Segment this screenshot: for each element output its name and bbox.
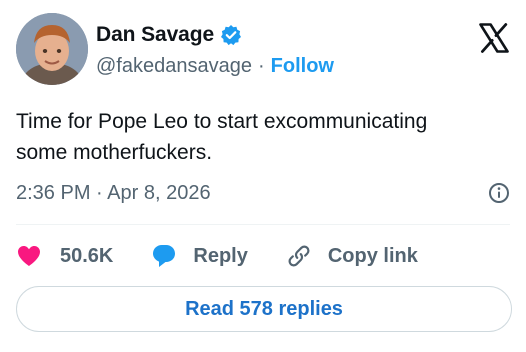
avatar[interactable] [16,13,88,85]
link-icon [286,243,312,269]
name-row: Dan Savage [96,22,334,48]
reply-button[interactable]: Reply [151,243,248,269]
x-logo-icon[interactable] [478,22,510,54]
reply-label: Reply [193,244,248,267]
read-replies-button[interactable]: Read 578 replies [16,286,512,332]
author-handle[interactable]: @fakedansavage [96,55,252,78]
author-info: Dan Savage @fakedansavage · Follow [96,22,334,78]
handle-row: @fakedansavage · Follow [96,54,334,78]
read-replies-label: Read 578 replies [185,297,343,320]
speech-bubble-icon [151,243,177,269]
like-button[interactable]: 50.6K [16,243,113,269]
divider [16,224,510,225]
action-bar: 50.6K Reply Copy link [16,240,418,272]
verified-badge-icon [220,24,242,46]
tweet-embed-card: Dan Savage @fakedansavage · Follow Time … [0,0,526,352]
tweet-text: Time for Pope Leo to start excommunicati… [16,110,428,164]
tweet-meta: 2:36 PM · Apr 8, 2026 [16,180,510,206]
like-count: 50.6K [60,244,114,267]
copy-link-button[interactable]: Copy link [286,243,418,269]
info-icon[interactable] [488,182,510,204]
tweet-header: Dan Savage @fakedansavage · Follow [16,13,510,87]
separator-dot: · [257,54,265,77]
copy-link-label: Copy link [327,244,418,267]
avatar-image [16,13,88,85]
author-display-name[interactable]: Dan Savage [96,23,214,47]
heart-icon [16,243,42,269]
follow-button[interactable]: Follow [271,55,334,78]
tweet-timestamp[interactable]: 2:36 PM · Apr 8, 2026 [16,182,211,205]
